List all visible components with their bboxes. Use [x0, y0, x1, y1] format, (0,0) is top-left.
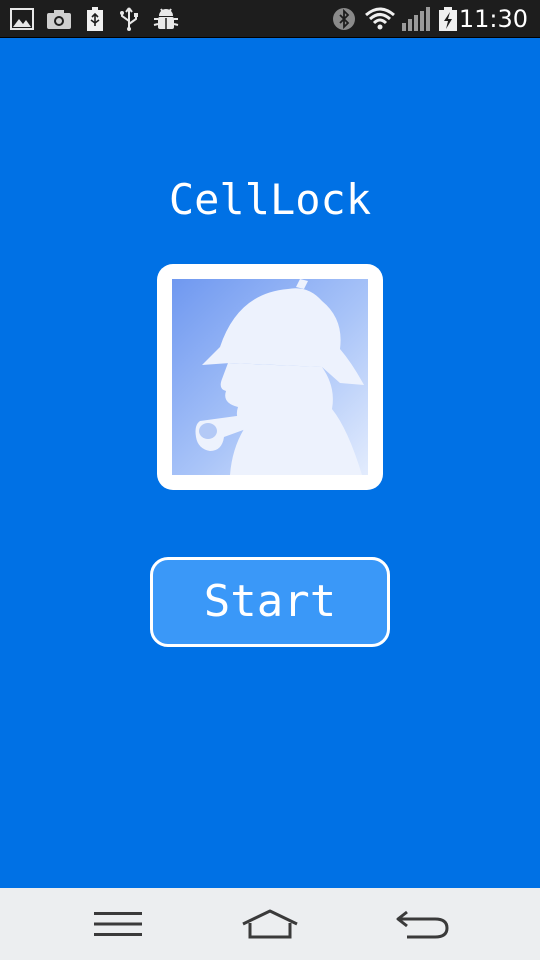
gallery-icon	[10, 8, 34, 30]
app-logo	[157, 264, 383, 490]
home-button[interactable]	[210, 888, 330, 960]
clock-time: 11:30	[458, 5, 528, 33]
detective-silhouette-icon	[172, 279, 368, 475]
battery-usb-icon	[87, 7, 103, 31]
android-debug-icon	[153, 8, 179, 29]
app-title: CellLock	[168, 175, 372, 224]
back-icon	[396, 910, 449, 939]
navigation-bar	[0, 888, 540, 960]
signal-icon	[402, 7, 430, 31]
home-icon	[242, 909, 298, 939]
start-button[interactable]: Start	[150, 557, 390, 647]
status-bar: 11:30	[0, 0, 540, 38]
battery-charging-icon	[439, 7, 457, 31]
back-button[interactable]	[362, 888, 482, 960]
usb-icon	[120, 7, 138, 31]
menu-icon	[94, 912, 142, 936]
app-screen: 11:30 CellLock Start	[0, 0, 540, 960]
wifi-icon	[365, 7, 395, 30]
menu-button[interactable]	[58, 888, 178, 960]
camera-icon	[47, 10, 71, 29]
bluetooth-icon	[333, 8, 355, 30]
